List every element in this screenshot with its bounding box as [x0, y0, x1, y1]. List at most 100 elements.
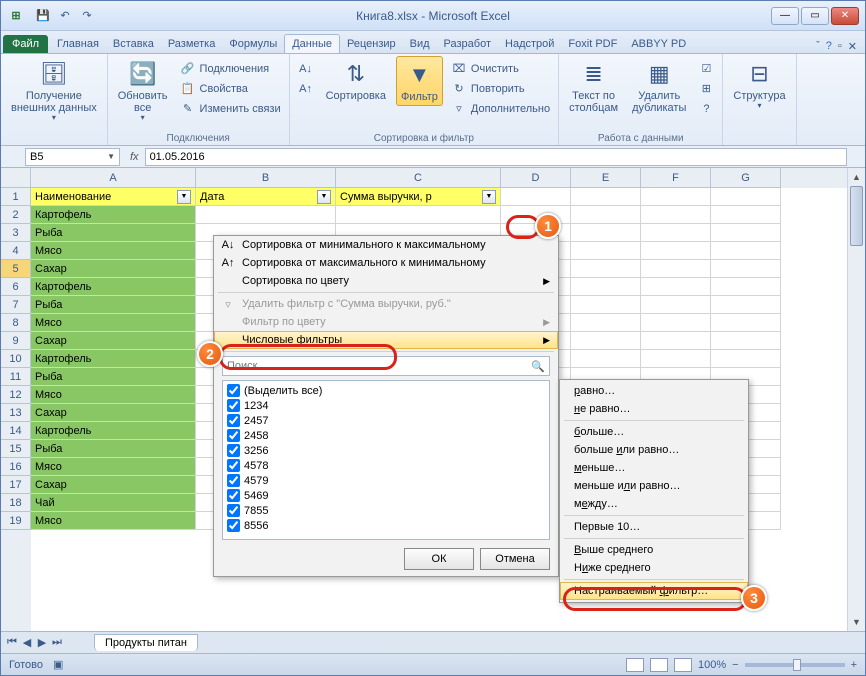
col-header-E[interactable]: E	[571, 168, 641, 188]
filter-checkbox[interactable]	[227, 459, 240, 472]
empty-cell[interactable]	[711, 278, 781, 296]
help-icon[interactable]: ?	[826, 40, 832, 53]
properties-button[interactable]: 📋Свойства	[178, 80, 283, 98]
file-tab[interactable]: Файл	[3, 35, 48, 53]
name-box[interactable]: B5▼	[25, 148, 120, 166]
select-all-corner[interactable]	[1, 168, 31, 188]
empty-cell[interactable]	[641, 188, 711, 206]
sort-desc-icon[interactable]: A↑	[296, 80, 316, 98]
undo-icon[interactable]: ↶	[57, 8, 73, 24]
equals-item[interactable]: равно…	[560, 382, 748, 400]
normal-view-icon[interactable]	[626, 658, 644, 672]
col-header-A[interactable]: A	[31, 168, 196, 188]
filter-dropdown-icon[interactable]: ▼	[317, 190, 331, 204]
chevron-down-icon[interactable]: ▼	[107, 152, 115, 161]
data-cell[interactable]: Сахар	[31, 332, 196, 350]
row-header[interactable]: 15	[1, 440, 31, 458]
refresh-all-button[interactable]: 🔄 Обновить все ▾	[114, 56, 172, 125]
col-header-G[interactable]: G	[711, 168, 781, 188]
filter-search[interactable]: 🔍	[222, 356, 550, 376]
empty-cell[interactable]	[641, 278, 711, 296]
filter-checkbox[interactable]	[227, 384, 240, 397]
minimize-ribbon-icon[interactable]: ˇ	[816, 40, 820, 53]
filter-dropdown-icon[interactable]: ▼	[177, 190, 191, 204]
data-cell[interactable]: Рыба	[31, 296, 196, 314]
data-cell[interactable]: Чай	[31, 494, 196, 512]
filter-checkbox[interactable]	[227, 414, 240, 427]
tab-рецензир[interactable]: Рецензир	[340, 35, 403, 53]
filter-checkbox[interactable]	[227, 504, 240, 517]
filter-checklist[interactable]: (Выделить все)12342457245832564578457954…	[222, 380, 550, 540]
row-header[interactable]: 11	[1, 368, 31, 386]
empty-cell[interactable]	[641, 296, 711, 314]
le-item[interactable]: меньше или равно…	[560, 477, 748, 495]
header-cell[interactable]: Дата▼	[196, 188, 336, 206]
empty-cell[interactable]	[711, 242, 781, 260]
empty-cell[interactable]	[571, 242, 641, 260]
row-header[interactable]: 16	[1, 458, 31, 476]
remove-duplicates-button[interactable]: ▦ Удалить дубликаты	[628, 56, 690, 116]
col-header-C[interactable]: C	[336, 168, 501, 188]
empty-cell[interactable]	[571, 332, 641, 350]
checklist-item[interactable]: 4579	[225, 473, 547, 488]
col-header-F[interactable]: F	[641, 168, 711, 188]
checklist-item[interactable]: 8556	[225, 518, 547, 533]
sheet-tab[interactable]: Продукты питан	[94, 634, 198, 651]
search-icon[interactable]: 🔍	[531, 360, 545, 373]
col-header-B[interactable]: B	[196, 168, 336, 188]
empty-cell[interactable]	[711, 224, 781, 242]
data-cell[interactable]: Рыба	[31, 224, 196, 242]
zoom-level[interactable]: 100%	[698, 659, 726, 671]
row-header[interactable]: 2	[1, 206, 31, 224]
maximize-button[interactable]: ▭	[801, 7, 829, 25]
empty-cell[interactable]	[571, 260, 641, 278]
empty-cell[interactable]	[571, 206, 641, 224]
data-validation-icon[interactable]: ☑	[696, 60, 716, 78]
below-average-item[interactable]: Ниже среднего	[560, 559, 748, 577]
checklist-item[interactable]: 5469	[225, 488, 547, 503]
tab-abbyy pd[interactable]: ABBYY PD	[624, 35, 693, 53]
row-header[interactable]: 14	[1, 422, 31, 440]
fx-icon[interactable]: fx	[124, 151, 145, 163]
row-header[interactable]: 3	[1, 224, 31, 242]
minimize-button[interactable]: —	[771, 7, 799, 25]
tab-foxit pdf[interactable]: Foxit PDF	[561, 35, 624, 53]
data-cell[interactable]: Картофель	[31, 422, 196, 440]
empty-cell[interactable]	[641, 242, 711, 260]
data-cell[interactable]: Сахар	[31, 404, 196, 422]
whatif-icon[interactable]: ?	[696, 100, 716, 118]
empty-cell[interactable]	[571, 350, 641, 368]
sheet-nav-next[interactable]: ▶	[35, 636, 49, 649]
row-header[interactable]: 1	[1, 188, 31, 206]
empty-cell[interactable]	[196, 206, 336, 224]
text-to-columns-button[interactable]: ≣ Текст по столбцам	[565, 56, 622, 116]
empty-cell[interactable]	[571, 296, 641, 314]
empty-cell[interactable]	[571, 314, 641, 332]
tab-данные[interactable]: Данные	[284, 34, 340, 53]
ge-item[interactable]: больше или равно…	[560, 441, 748, 459]
empty-cell[interactable]	[641, 224, 711, 242]
save-icon[interactable]: 💾	[35, 8, 51, 24]
outline-button[interactable]: ⊟ Структура ▾	[729, 56, 789, 113]
scroll-thumb[interactable]	[850, 186, 863, 246]
empty-cell[interactable]	[641, 350, 711, 368]
row-header[interactable]: 4	[1, 242, 31, 260]
consolidate-icon[interactable]: ⊞	[696, 80, 716, 98]
connections-button[interactable]: 🔗Подключения	[178, 60, 283, 78]
empty-cell[interactable]	[641, 332, 711, 350]
tab-вставка[interactable]: Вставка	[106, 35, 161, 53]
between-item[interactable]: между…	[560, 495, 748, 513]
empty-cell[interactable]	[711, 296, 781, 314]
data-cell[interactable]: Мясо	[31, 314, 196, 332]
filter-checkbox[interactable]	[227, 474, 240, 487]
advanced-button[interactable]: ▿Дополнительно	[449, 100, 552, 118]
empty-cell[interactable]	[571, 188, 641, 206]
doc-close-icon[interactable]: ✕	[848, 40, 857, 53]
checklist-item[interactable]: 2458	[225, 428, 547, 443]
checklist-item[interactable]: 4578	[225, 458, 547, 473]
checklist-item[interactable]: 7855	[225, 503, 547, 518]
row-header[interactable]: 9	[1, 332, 31, 350]
data-cell[interactable]: Сахар	[31, 476, 196, 494]
above-average-item[interactable]: Выше среднего	[560, 541, 748, 559]
cancel-button[interactable]: Отмена	[480, 548, 550, 570]
